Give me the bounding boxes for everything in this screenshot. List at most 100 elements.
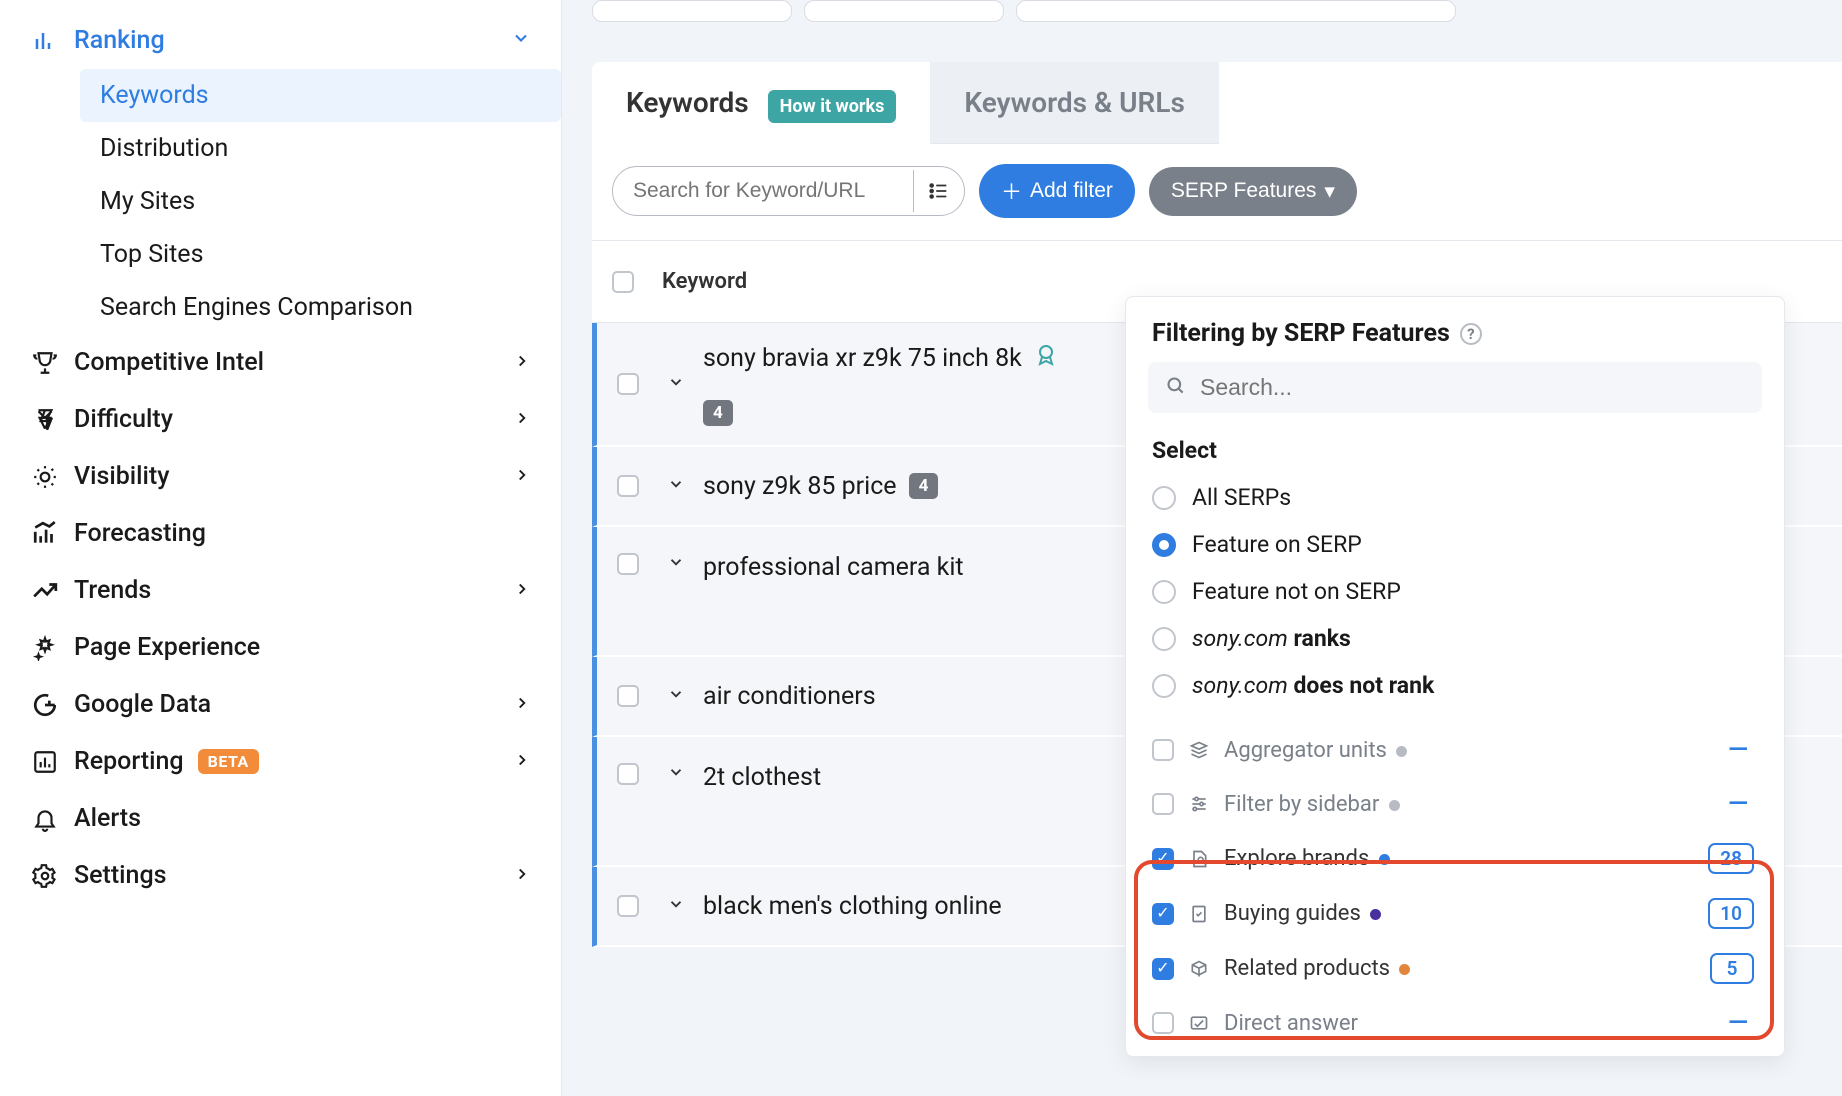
chevron-down-icon[interactable]: [667, 763, 689, 785]
add-filter-button[interactable]: ＋ Add filter: [979, 164, 1135, 218]
row-checkbox[interactable]: [617, 895, 639, 917]
tab-keywords[interactable]: Keywords How it works: [592, 62, 930, 144]
radio-icon: [1152, 533, 1176, 557]
sidebar-item-trends[interactable]: Trends: [0, 562, 561, 619]
sidebar-ranking[interactable]: Ranking: [0, 12, 561, 69]
sidebar-item-forecasting[interactable]: Forecasting: [0, 505, 561, 562]
feature-label: Explore brands: [1224, 846, 1694, 871]
row-checkbox[interactable]: [617, 763, 639, 785]
main-content: Keywords How it works Keywords & URLs ＋ …: [562, 0, 1842, 1096]
nav-icon: [30, 806, 60, 832]
feature-checkbox[interactable]: [1152, 793, 1174, 815]
pill[interactable]: [592, 0, 792, 22]
sidebar-sub-distribution[interactable]: Distribution: [80, 122, 561, 175]
search-icon: [1166, 376, 1186, 400]
feature-row[interactable]: Aggregator units —: [1126, 723, 1784, 777]
feature-label: Filter by sidebar: [1224, 792, 1708, 817]
sidebar-sub-search-engines-comparison[interactable]: Search Engines Comparison: [80, 281, 561, 334]
feature-checkbox[interactable]: [1152, 903, 1174, 925]
select-label: Select: [1126, 427, 1784, 474]
nav-label: Trends: [74, 576, 151, 605]
sidebar-sub-keywords[interactable]: Keywords: [80, 69, 561, 122]
row-checkbox[interactable]: [617, 685, 639, 707]
tab-keywords-urls[interactable]: Keywords & URLs: [930, 62, 1219, 144]
feature-icon: [1188, 904, 1210, 924]
feature-label: Related products: [1224, 956, 1696, 981]
nav-label: Forecasting: [74, 519, 206, 548]
chevron-right-icon: [513, 861, 531, 890]
feature-row[interactable]: Direct answer —: [1126, 996, 1784, 1050]
radio-option[interactable]: All SERPs: [1126, 474, 1784, 521]
pill[interactable]: [804, 0, 1004, 22]
sidebar-item-difficulty[interactable]: Difficulty: [0, 391, 561, 448]
tab-label: Keywords: [626, 86, 749, 119]
add-filter-label: Add filter: [1030, 179, 1113, 203]
feature-icon: [1188, 959, 1210, 979]
sidebar-item-alerts[interactable]: Alerts: [0, 790, 561, 847]
radio-option[interactable]: Feature not on SERP: [1126, 568, 1784, 615]
radio-option[interactable]: sony.com does not rank: [1126, 662, 1784, 709]
feature-icon: [1188, 740, 1210, 760]
sidebar-sub-top-sites[interactable]: Top Sites: [80, 228, 561, 281]
dropdown-search: [1148, 362, 1762, 413]
count-badge: 4: [909, 473, 939, 499]
sidebar-item-competitive-intel[interactable]: Competitive Intel: [0, 334, 561, 391]
radio-icon: [1152, 486, 1176, 510]
nav-icon: [30, 464, 60, 490]
sidebar-item-google-data[interactable]: Google Data: [0, 676, 561, 733]
chevron-down-icon: [511, 26, 531, 55]
sidebar-sub-my-sites[interactable]: My Sites: [80, 175, 561, 228]
row-checkbox[interactable]: [617, 553, 639, 575]
feature-checkbox[interactable]: [1152, 1012, 1174, 1034]
chevron-down-icon[interactable]: [667, 685, 689, 707]
status-dot: [1399, 964, 1410, 975]
sidebar: Ranking KeywordsDistributionMy SitesTop …: [0, 0, 562, 1096]
chevron-down-icon[interactable]: [667, 373, 689, 395]
feature-label: Aggregator units: [1224, 738, 1708, 763]
nav-icon: [30, 350, 60, 376]
status-dot: [1389, 800, 1400, 811]
feature-checkbox[interactable]: [1152, 848, 1174, 870]
nav-icon: [30, 407, 60, 433]
chevron-right-icon: [513, 747, 531, 776]
feature-row[interactable]: Buying guides 10: [1126, 886, 1784, 941]
radio-option[interactable]: sony.com ranks: [1126, 615, 1784, 662]
how-it-works-badge[interactable]: How it works: [768, 90, 897, 123]
nav-label: Page Experience: [74, 633, 260, 662]
radio-option[interactable]: Feature on SERP: [1126, 521, 1784, 568]
caret-down-icon: ▾: [1324, 179, 1335, 204]
nav-label: Settings: [74, 861, 167, 890]
select-all-checkbox[interactable]: [612, 271, 634, 293]
row-checkbox[interactable]: [617, 475, 639, 497]
sidebar-item-reporting[interactable]: Reporting BETA: [0, 733, 561, 790]
dropdown-title: Filtering by SERP Features ?: [1126, 297, 1784, 362]
feature-row[interactable]: Filter by sidebar —: [1126, 777, 1784, 831]
beta-badge: BETA: [198, 749, 259, 774]
sidebar-item-settings[interactable]: Settings: [0, 847, 561, 904]
tabs: Keywords How it works Keywords & URLs: [592, 62, 1842, 144]
list-icon[interactable]: [913, 170, 964, 212]
chevron-down-icon[interactable]: [667, 475, 689, 497]
dropdown-search-input[interactable]: [1200, 374, 1744, 401]
feature-row[interactable]: Explore brands 28: [1126, 831, 1784, 886]
sidebar-item-page-experience[interactable]: Page Experience: [0, 619, 561, 676]
serp-features-button[interactable]: SERP Features ▾: [1149, 167, 1357, 216]
chevron-right-icon: [513, 348, 531, 377]
feature-checkbox[interactable]: [1152, 739, 1174, 761]
tab-label: Keywords & URLs: [964, 86, 1185, 119]
nav-label: Difficulty: [74, 405, 173, 434]
chevron-down-icon[interactable]: [667, 553, 689, 575]
count-badge: 4: [703, 400, 733, 426]
chevron-right-icon: [513, 405, 531, 434]
help-icon[interactable]: ?: [1460, 323, 1482, 345]
feature-row[interactable]: Related products 5: [1126, 941, 1784, 996]
sidebar-item-visibility[interactable]: Visibility: [0, 448, 561, 505]
row-checkbox[interactable]: [617, 373, 639, 395]
dash-icon: —: [1722, 789, 1754, 819]
feature-checkbox[interactable]: [1152, 958, 1174, 980]
pill[interactable]: [1016, 0, 1456, 22]
top-pills: [562, 0, 1842, 62]
nav-label: Reporting: [74, 747, 184, 776]
chevron-down-icon[interactable]: [667, 895, 689, 917]
search-input[interactable]: [613, 167, 913, 215]
